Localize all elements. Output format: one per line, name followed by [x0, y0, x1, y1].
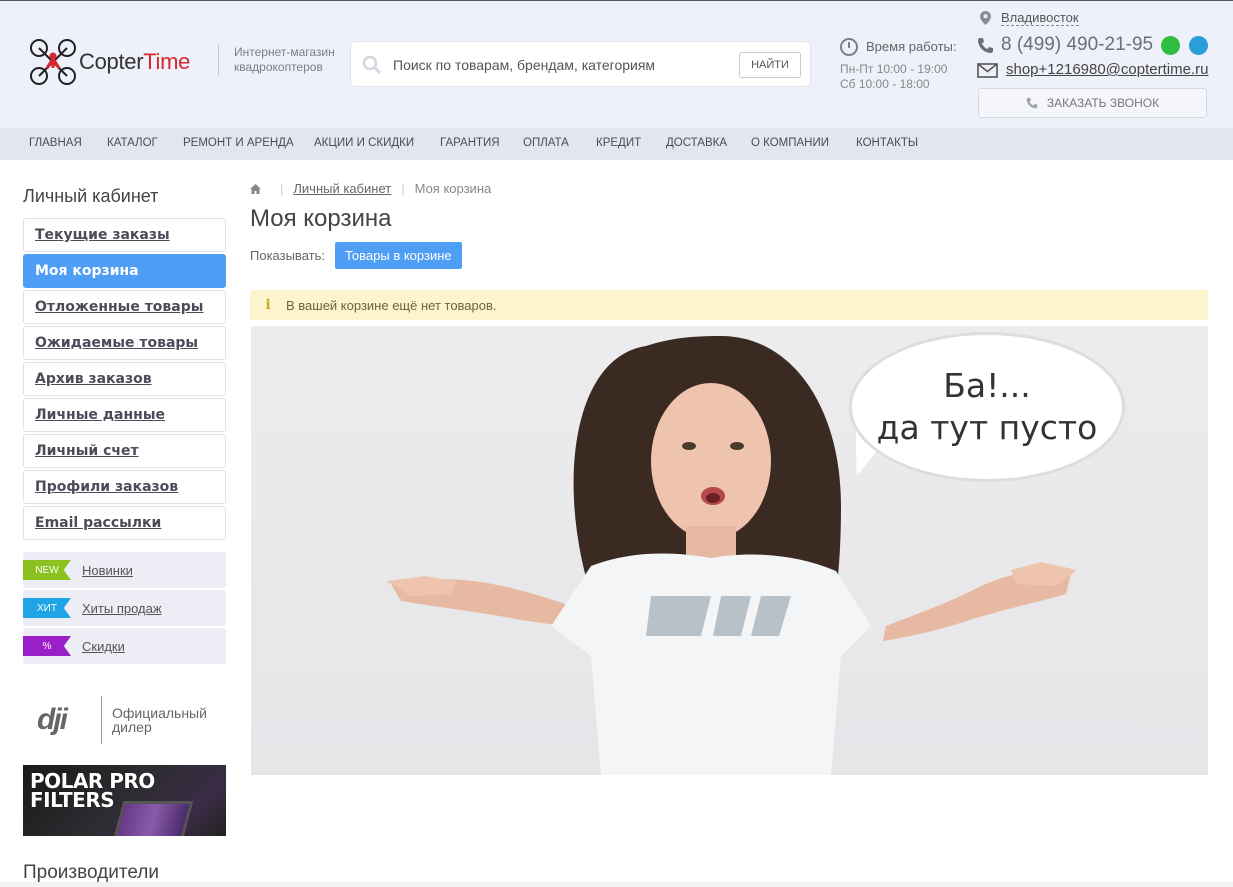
nav-item-repair[interactable]: РЕМОНТ И АРЕНДА — [183, 137, 294, 149]
breadcrumb: | Личный кабинет | Моя корзина — [250, 181, 491, 196]
sidebar-item-order-profiles[interactable]: Профили заказов — [23, 470, 226, 504]
sidebar-link-new[interactable]: NEW Новинки — [23, 552, 226, 588]
city-selector[interactable]: Владивосток — [977, 10, 1208, 26]
site-header: CopterTime Интернет-магазин квадрокоптер… — [0, 1, 1233, 128]
nav-item-catalog[interactable]: КАТАЛОГ — [107, 137, 158, 149]
sidebar-link-discounts[interactable]: % Скидки — [23, 628, 226, 664]
polar-pro-banner[interactable]: POLAR PRO FILTERS — [23, 765, 226, 836]
nav-item-warranty[interactable]: ГАРАНТИЯ — [440, 137, 500, 149]
new-badge: NEW — [23, 560, 71, 580]
filter-image — [112, 801, 194, 836]
bubble-line2: да тут пусто — [876, 408, 1098, 447]
logo-divider — [218, 44, 219, 76]
home-icon[interactable] — [250, 183, 261, 194]
sidebar-item-deferred[interactable]: Отложенные товары — [23, 290, 226, 324]
bubble-line1: Ба!... — [943, 366, 1031, 405]
telegram-icon[interactable] — [1189, 36, 1208, 55]
sidebar-item-email[interactable]: Email рассылки — [23, 506, 226, 540]
show-filter: Показывать: Товары в корзине — [250, 242, 462, 269]
nav-item-promos[interactable]: АКЦИИ И СКИДКИ — [314, 137, 414, 149]
info-icon: i — [265, 297, 271, 313]
worktime-label: Время работы: — [866, 39, 957, 54]
nav-item-payment[interactable]: ОПЛАТА — [523, 137, 569, 149]
nav-item-contacts[interactable]: КОНТАКТЫ — [856, 137, 918, 149]
email-link[interactable]: shop+1216980@coptertime.ru — [977, 61, 1208, 78]
nav-item-credit[interactable]: КРЕДИТ — [596, 137, 641, 149]
sidebar-link-bestsellers[interactable]: ХИТ Хиты продаж — [23, 590, 226, 626]
sidebar-link-label: Скидки — [82, 638, 125, 654]
sidebar-link-label: Новинки — [82, 562, 133, 578]
drone-logo-icon — [30, 39, 76, 85]
phone-icon — [978, 38, 993, 53]
hit-badge: ХИТ — [23, 598, 71, 618]
breadcrumb-separator: | — [280, 181, 284, 196]
map-pin-icon — [980, 11, 991, 25]
show-label: Показывать: — [250, 248, 325, 263]
dji-logo: dji — [37, 703, 68, 736]
dealer-line2: дилер — [112, 719, 152, 735]
empty-cart-alert: i В вашей корзине ещё нет товаров. — [250, 290, 1208, 320]
alert-text: В вашей корзине ещё нет товаров. — [286, 297, 497, 313]
site-logo[interactable]: CopterTime — [29, 38, 190, 86]
envelope-icon — [977, 63, 998, 78]
main-nav: ГЛАВНАЯ КАТАЛОГ РЕМОНТ И АРЕНДА АКЦИИ И … — [0, 128, 1233, 160]
logo-wordmark: CopterTime — [79, 49, 191, 74]
manufacturers-title: Производители — [23, 862, 159, 883]
dealer-line1: Официальный — [112, 705, 207, 721]
sidebar-item-archive[interactable]: Архив заказов — [23, 362, 226, 396]
search-input[interactable] — [393, 54, 733, 76]
breadcrumb-link-account[interactable]: Личный кабинет — [293, 181, 391, 196]
phone-icon — [1026, 97, 1038, 109]
cart-items-button[interactable]: Товары в корзине — [334, 242, 462, 269]
sidebar-link-label: Хиты продаж — [82, 600, 162, 616]
sidebar-item-personal-data[interactable]: Личные данные — [23, 398, 226, 432]
search-bar: НАЙТИ — [350, 41, 811, 87]
speech-bubble: Ба!... да тут пусто — [849, 332, 1125, 482]
dji-dealer-banner[interactable]: dji Официальный дилер — [37, 696, 227, 744]
sidebar-item-account[interactable]: Личный счет — [23, 434, 226, 468]
callback-button[interactable]: ЗАКАЗАТЬ ЗВОНОК — [978, 88, 1207, 118]
discount-badge: % — [23, 636, 71, 656]
nav-item-delivery[interactable]: ДОСТАВКА — [666, 137, 727, 149]
whatsapp-icon[interactable] — [1161, 36, 1180, 55]
hours-weekdays: Пн-Пт 10:00 - 19:00 — [840, 62, 948, 76]
sidebar-item-my-cart[interactable]: Моя корзина — [23, 254, 226, 288]
sidebar-item-current-orders[interactable]: Текущие заказы — [23, 218, 226, 252]
search-icon — [362, 55, 382, 75]
search-button[interactable]: НАЙТИ — [739, 52, 801, 78]
nav-item-home[interactable]: ГЛАВНАЯ — [29, 137, 82, 149]
nav-item-about[interactable]: О КОМПАНИИ — [751, 137, 829, 149]
dealer-divider — [101, 696, 102, 744]
breadcrumb-current: Моя корзина — [414, 181, 492, 196]
hours-saturday: Сб 10:00 - 18:00 — [840, 77, 930, 91]
banner-title-line2: FILTERS — [30, 788, 115, 812]
empty-cart-image: Ба!... да тут пусто — [251, 326, 1208, 775]
bottom-shadow — [0, 882, 1233, 887]
working-hours: Время работы: Пн-Пт 10:00 - 19:00 Сб 10:… — [840, 38, 956, 92]
sidebar-title: Личный кабинет — [23, 186, 159, 206]
page-title: Моя корзина — [250, 205, 392, 232]
site-tagline: Интернет-магазин квадрокоптеров — [234, 45, 335, 74]
breadcrumb-separator: | — [401, 181, 405, 196]
clock-icon — [840, 38, 858, 56]
sidebar-item-expected[interactable]: Ожидаемые товары — [23, 326, 226, 360]
